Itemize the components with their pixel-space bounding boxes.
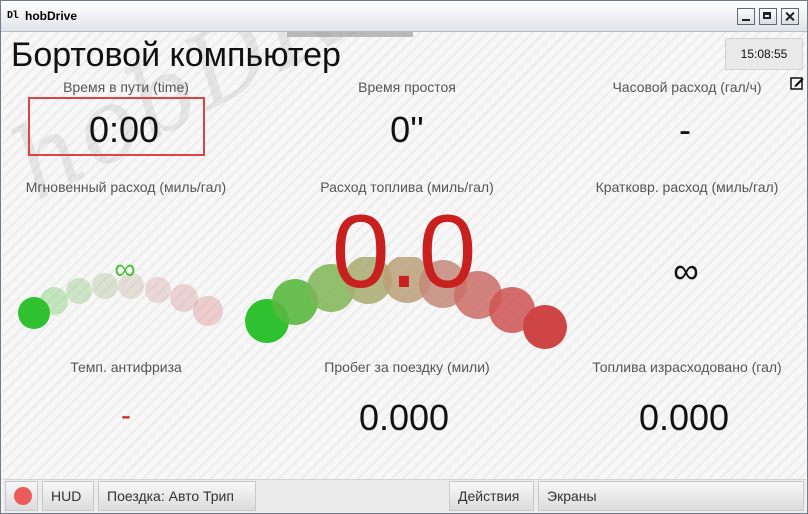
hourly-value[interactable]: - — [679, 109, 691, 151]
coolant-value[interactable]: - — [121, 399, 131, 433]
idle-value[interactable]: 0'' — [390, 109, 424, 151]
fuel-label: Расход топлива (миль/гал) — [320, 179, 494, 195]
trip-button[interactable]: Поездка: Авто Трип — [98, 481, 256, 511]
trip-distance-value[interactable]: 0.000 — [359, 397, 449, 439]
instant-label: Мгновенный расход (миль/гал) — [25, 179, 227, 195]
coolant-label: Темп. антифриза — [70, 359, 182, 375]
time-label: Время в пути (time) — [63, 79, 189, 95]
bottom-toolbar: HUD Поездка: Авто Трип Действия Экраны — [3, 479, 806, 513]
shortterm-label: Кратковр. расход (миль/гал) — [595, 179, 779, 195]
hourly-label: Часовой расход (гал/ч) — [612, 79, 762, 95]
close-button[interactable] — [781, 8, 799, 25]
gauge-dot — [145, 277, 171, 303]
window-title: hobDrive — [25, 9, 78, 23]
fuel-value[interactable]: 0.0 — [332, 200, 477, 304]
actions-button[interactable]: Действия — [449, 481, 534, 511]
idle-label: Время простоя — [358, 79, 456, 95]
trip-distance-label: Пробег за поездку (мили) — [324, 359, 490, 375]
gauge-dot — [40, 287, 68, 315]
gauge-dot — [523, 305, 567, 349]
clock: 15:08:55 — [725, 38, 803, 70]
page-title: Бортовой компьютер — [11, 36, 341, 74]
maximize-button[interactable] — [759, 8, 777, 25]
screens-button[interactable]: Экраны — [538, 481, 804, 511]
gauge-dot — [66, 278, 92, 304]
hud-button[interactable]: HUD — [42, 481, 94, 511]
edit-icon[interactable] — [790, 76, 804, 90]
app-window: Dl hobDrive hobDRIVE Бортовой компьютер … — [0, 0, 808, 514]
fuel-used-value[interactable]: 0.000 — [639, 397, 729, 439]
app-icon: Dl — [7, 10, 20, 21]
record-icon — [14, 487, 32, 505]
shortterm-value[interactable]: ∞ — [673, 250, 699, 292]
time-value[interactable]: 0:00 — [89, 109, 159, 151]
dashboard: hobDRIVE Бортовой компьютер 15:08:55 Вре… — [3, 32, 806, 479]
minimize-button[interactable] — [737, 8, 755, 25]
instant-value[interactable]: ∞ — [114, 253, 135, 287]
title-bar[interactable]: Dl hobDrive — [1, 1, 807, 32]
fuel-used-label: Топлива израсходовано (гал) — [592, 359, 782, 375]
record-button[interactable] — [5, 481, 38, 511]
gauge-dot — [193, 296, 223, 326]
